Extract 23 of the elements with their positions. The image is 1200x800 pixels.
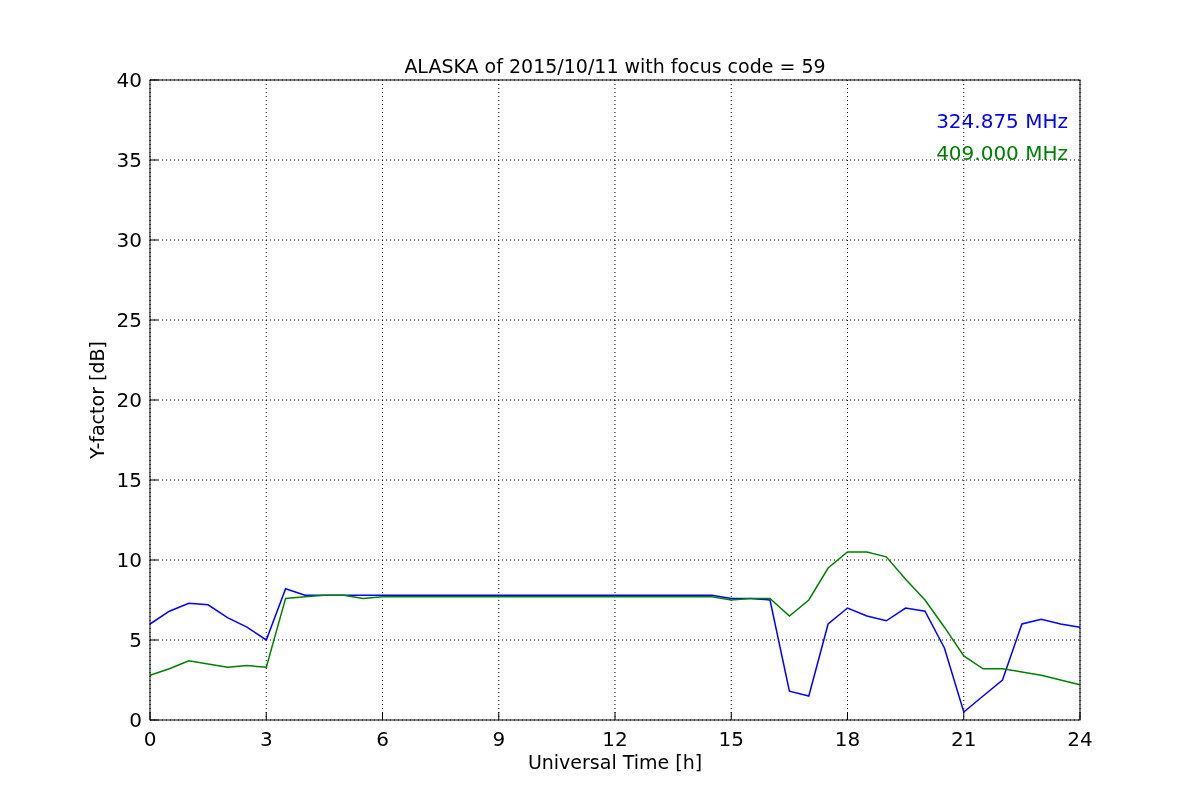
- x-tick-label: 0: [143, 727, 157, 751]
- legend-label: 324.875 MHz: [936, 109, 1068, 133]
- legend-label: 409.000 MHz: [936, 141, 1068, 165]
- y-tick-label: 30: [116, 228, 142, 252]
- y-tick-label: 5: [129, 628, 142, 652]
- x-tick-label: 3: [259, 727, 273, 751]
- x-tick-label: 18: [834, 727, 861, 751]
- y-tick-label: 15: [116, 468, 142, 492]
- y-tick-label: 35: [116, 148, 142, 172]
- y-tick-label: 10: [116, 548, 142, 572]
- y-tick-label: 25: [116, 308, 142, 332]
- y-tick-label: 20: [116, 388, 142, 412]
- x-tick-label: 15: [718, 727, 744, 751]
- x-tick-label: 24: [1067, 727, 1093, 751]
- x-axis-label: Universal Time [h]: [527, 751, 703, 773]
- x-tick-label: 6: [376, 727, 389, 751]
- x-tick-label: 9: [492, 727, 506, 751]
- y-tick-label: 0: [129, 708, 142, 732]
- x-tick-label: 12: [602, 727, 628, 751]
- y-axis-label: Y-factor [dB]: [86, 341, 108, 459]
- y-tick-label: 40: [116, 68, 142, 92]
- chart-title: ALASKA of 2015/10/11 with focus code = 59: [404, 55, 826, 77]
- x-tick-label: 21: [951, 727, 977, 751]
